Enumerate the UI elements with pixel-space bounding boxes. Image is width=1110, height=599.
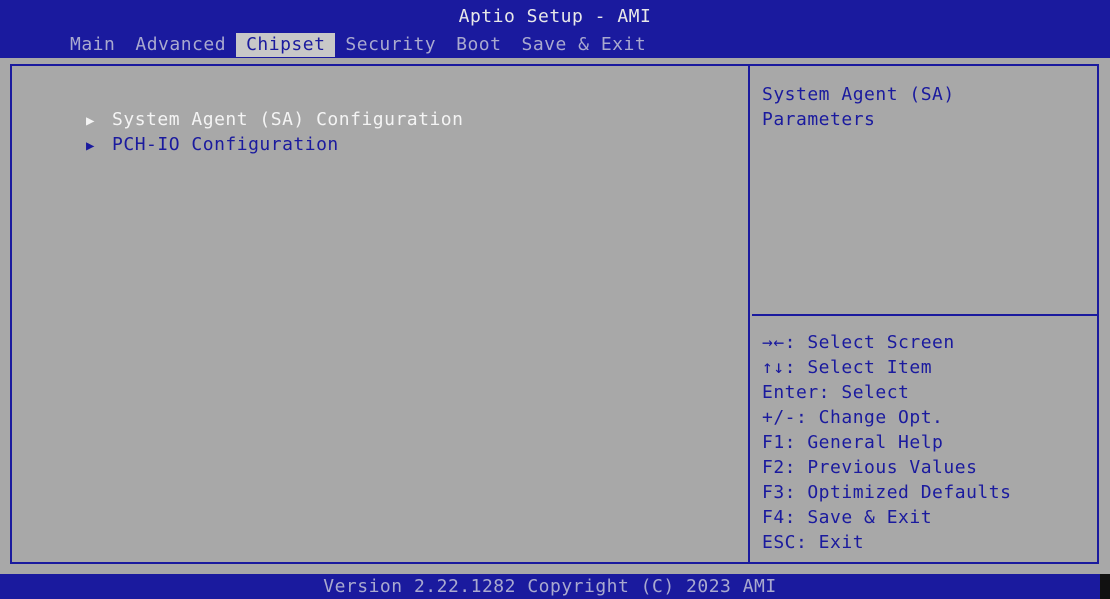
- key-general-help: F1: General Help: [762, 432, 944, 453]
- tab-chipset[interactable]: Chipset: [236, 33, 336, 57]
- main-frame: ▶ System Agent (SA) Configuration ▶ PCH-IO…: [10, 64, 1099, 564]
- footer-edge: [1100, 574, 1110, 599]
- help-separator: [752, 314, 1097, 316]
- tab-security[interactable]: Security: [335, 33, 446, 57]
- help-description: System Agent (SA) Parameters: [762, 82, 1092, 132]
- key-select-item: ↑↓: Select Item: [762, 357, 933, 378]
- footer-version: Version 2.22.1282 Copyright (C) 2023 AMI: [0, 574, 1100, 599]
- menu-item-label: System Agent (SA) Configuration: [112, 109, 464, 130]
- help-description-line: System Agent (SA): [762, 84, 955, 105]
- key-esc-exit: ESC: Exit: [762, 532, 865, 553]
- key-legend: →←: Select Screen ↑↓: Select Item Enter:…: [762, 330, 1097, 555]
- key-save-exit: F4: Save & Exit: [762, 507, 933, 528]
- tab-bar: Main Advanced Chipset Security Boot Save…: [60, 33, 656, 57]
- header-bar: Aptio Setup - AMI Main Advanced Chipset …: [0, 0, 1110, 58]
- key-enter-select: Enter: Select: [762, 382, 910, 403]
- tab-main[interactable]: Main: [60, 33, 125, 57]
- menu-item-label: PCH-IO Configuration: [112, 134, 339, 155]
- key-previous-values: F2: Previous Values: [762, 457, 978, 478]
- panel-divider: [748, 66, 750, 562]
- menu-item-system-agent[interactable]: ▶ System Agent (SA) Configuration: [18, 82, 463, 130]
- tab-boot[interactable]: Boot: [446, 33, 511, 57]
- help-description-line: Parameters: [762, 109, 876, 130]
- key-change-opt: +/-: Change Opt.: [762, 407, 944, 428]
- key-optimized-defaults: F3: Optimized Defaults: [762, 482, 1012, 503]
- key-select-screen: →←: Select Screen: [762, 332, 955, 353]
- menu-list: ▶ System Agent (SA) Configuration ▶ PCH-IO…: [18, 82, 463, 155]
- submenu-arrow-icon: ▶: [86, 113, 95, 129]
- setup-title: Aptio Setup - AMI: [458, 6, 652, 27]
- tab-advanced[interactable]: Advanced: [125, 33, 236, 57]
- submenu-arrow-icon: ▶: [86, 138, 95, 154]
- tab-save-exit[interactable]: Save & Exit: [511, 33, 656, 57]
